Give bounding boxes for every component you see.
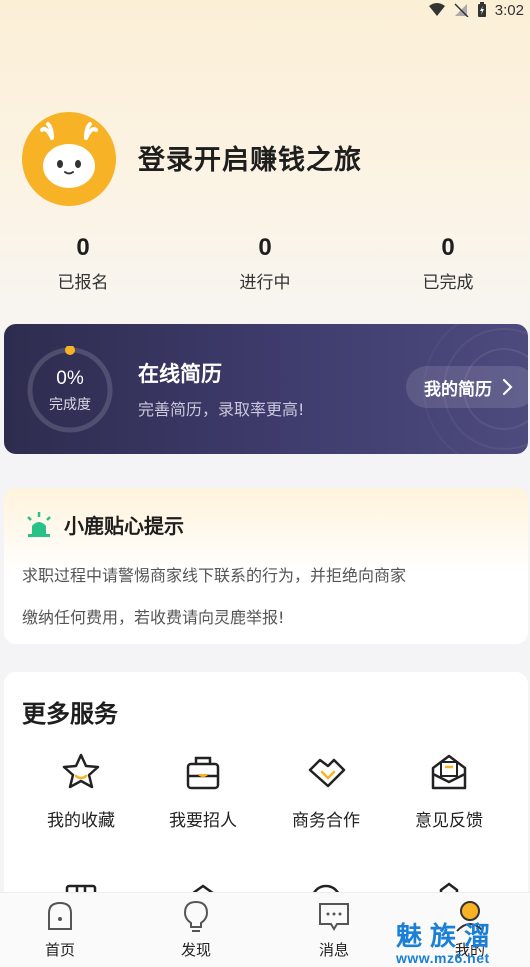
deer-mascot-icon	[40, 122, 98, 188]
bulb-icon	[183, 900, 209, 932]
wifi-icon	[428, 3, 445, 16]
tips-title: 小鹿贴心提示	[64, 514, 184, 538]
nav-label: 发现	[180, 941, 211, 959]
stat-registered[interactable]: 0 已报名	[28, 234, 138, 293]
stat-label: 已报名	[57, 273, 109, 293]
nav-home[interactable]: 首页	[20, 899, 100, 960]
stat-completed[interactable]: 0 已完成	[393, 234, 503, 293]
watermark-brand: 魅族溜	[396, 921, 499, 951]
stat-value: 0	[441, 234, 455, 261]
service-favorites[interactable]: 我的收藏	[20, 750, 142, 831]
service-business[interactable]: 商务合作	[265, 750, 387, 831]
battery-icon	[477, 2, 486, 17]
nav-label: 消息	[318, 941, 349, 959]
stat-value: 0	[76, 234, 90, 261]
watermark-url: www.mz6.net	[396, 950, 490, 966]
tips-text-line: 缴纳任何费用，若收费请向灵鹿举报!	[22, 608, 285, 627]
my-resume-label: 我的简历	[424, 379, 492, 400]
services-title: 更多服务	[22, 700, 118, 728]
message-icon	[319, 903, 349, 931]
service-label: 我的收藏	[47, 811, 115, 831]
alarm-light-icon	[27, 512, 51, 537]
nav-discover[interactable]: 发现	[156, 899, 236, 960]
service-label: 意见反馈	[415, 811, 483, 831]
star-icon	[62, 753, 100, 789]
service-feedback[interactable]: 意见反馈	[388, 750, 510, 831]
resume-title: 在线简历	[138, 362, 222, 386]
avatar[interactable]	[22, 112, 116, 206]
no-signal-icon	[454, 3, 469, 17]
status-bar: 3:02	[0, 0, 530, 20]
tips-card: 小鹿贴心提示 求职过程中请警惕商家线下联系的行为，并拒绝向商家 缴纳任何费用，若…	[4, 488, 528, 644]
recruit-icon	[186, 756, 220, 790]
progress-ring	[27, 346, 113, 433]
tips-text-line: 求职过程中请警惕商家线下联系的行为，并拒绝向商家	[22, 566, 407, 585]
home-icon	[48, 901, 72, 930]
status-time: 3:02	[494, 1, 524, 19]
progress-percent: 0%	[56, 368, 84, 389]
stat-label: 进行中	[239, 273, 291, 293]
service-recruit[interactable]: 我要招人	[142, 750, 264, 831]
feedback-icon	[431, 754, 467, 790]
chevron-right-icon	[502, 378, 513, 396]
stat-label: 已完成	[422, 273, 474, 293]
login-prompt[interactable]: 登录开启赚钱之旅	[138, 138, 362, 177]
progress-label: 完成度	[49, 397, 91, 413]
handshake-icon	[308, 758, 346, 788]
my-resume-button[interactable]: 我的简历	[406, 366, 528, 408]
nav-messages[interactable]: 消息	[294, 899, 374, 960]
stats-row: 0 已报名 0 进行中 0 已完成	[0, 234, 530, 304]
stat-value: 0	[258, 234, 272, 261]
service-label: 商务合作	[292, 811, 360, 831]
resume-subtitle: 完善简历，录取率更高!	[138, 400, 305, 419]
nav-label: 首页	[44, 941, 75, 959]
resume-card[interactable]: 0% 完成度 在线简历 完善简历，录取率更高! 我的简历	[4, 324, 528, 454]
stat-in-progress[interactable]: 0 进行中	[210, 234, 320, 293]
watermark: 魅族溜 www.mz6.net	[396, 922, 526, 966]
service-label: 我要招人	[169, 811, 237, 831]
